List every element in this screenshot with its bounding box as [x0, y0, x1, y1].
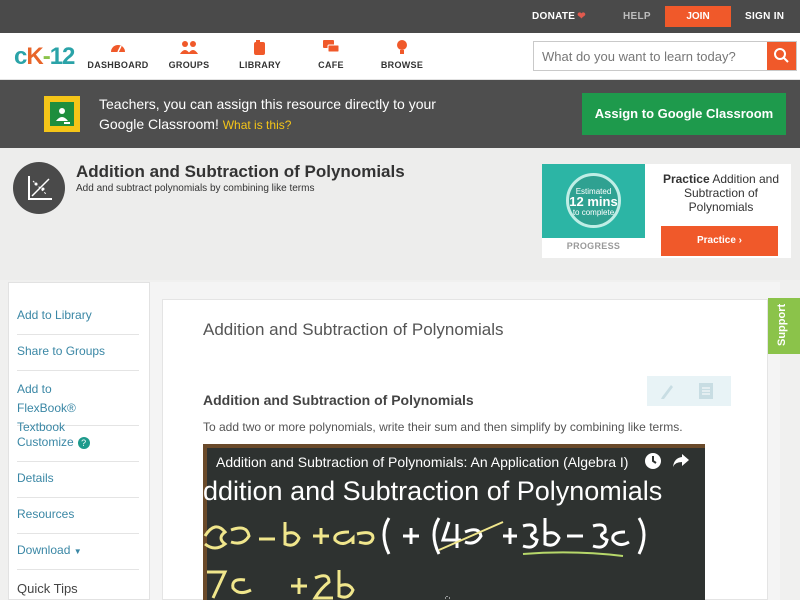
google-classroom-banner: Teachers, you can assign this resource d… [0, 80, 800, 148]
body-text: To add two or more polynomials, write th… [203, 420, 683, 434]
section-heading: Addition and Subtraction of Polynomials [203, 392, 474, 408]
donate-label: DONATE [532, 11, 576, 22]
nav-label: BROWSE [380, 60, 424, 70]
nav-label: GROUPS [168, 60, 210, 70]
donate-link[interactable]: DONATE ❤ [532, 0, 586, 33]
google-classroom-icon [44, 96, 80, 132]
content-tools [647, 376, 731, 406]
dashboard-icon [83, 40, 153, 58]
pencil-icon[interactable] [659, 382, 675, 405]
nav-label: DASHBOARD [87, 60, 149, 70]
browse-icon [367, 40, 437, 58]
sidebar-item-details[interactable]: Details [17, 461, 139, 498]
classroom-message: Teachers, you can assign this resource d… [99, 94, 459, 135]
support-tab[interactable]: Support [768, 298, 800, 354]
estimate-badge: Estimated 12 mins to complete [566, 173, 621, 228]
sidebar-item-share-to-groups[interactable]: Share to Groups [17, 334, 139, 371]
page-subtitle: Add and subtract polynomials by combinin… [76, 183, 315, 194]
concept-title: Addition and Subtraction of Polynomials [203, 320, 504, 339]
sidebar-item-customize[interactable]: Customize? [17, 425, 139, 462]
concept-header: Addition and Subtraction of Polynomials … [0, 148, 800, 280]
sign-in-link[interactable]: SIGN IN [745, 0, 784, 33]
what-is-this-link[interactable]: What is this? [223, 118, 292, 132]
practice-button[interactable]: Practice › [661, 226, 778, 256]
watch-later-icon[interactable] [643, 452, 663, 472]
assign-to-classroom-button[interactable]: Assign to Google Classroom [582, 93, 786, 135]
handwritten-equation [203, 517, 646, 600]
help-link[interactable]: HELP [623, 0, 651, 33]
nav-browse[interactable]: BROWSE [367, 40, 437, 70]
quick-tips-heading: Quick Tips [17, 581, 78, 596]
sidebar-item-resources[interactable]: Resources [17, 497, 139, 534]
search-input[interactable] [534, 42, 768, 70]
concept-panel: Addition and Subtraction of Polynomials … [162, 299, 768, 600]
nav-dashboard[interactable]: DASHBOARD [83, 40, 153, 70]
library-icon [225, 40, 295, 58]
chalkboard-heading: ddition and Subtraction of Polynomials [203, 476, 663, 506]
groups-icon [154, 40, 224, 58]
join-button[interactable]: JOIN [665, 6, 731, 27]
search-box [533, 41, 797, 71]
progress-label: PROGRESS [566, 241, 621, 251]
heart-icon: ❤ [577, 11, 586, 22]
nav-label: LIBRARY [239, 60, 281, 70]
cafe-icon [296, 40, 366, 58]
ck12-logo[interactable]: cK-12 [14, 43, 75, 71]
notes-icon[interactable] [699, 383, 713, 404]
nav-cafe[interactable]: CAFE [296, 40, 366, 70]
video-player[interactable]: Addition and Subtraction of Polynomials:… [203, 444, 705, 600]
video-title[interactable]: Addition and Subtraction of Polynomials:… [216, 454, 628, 470]
sidebar-item-add-to-library[interactable]: Add to Library [17, 298, 139, 335]
practice-image: Estimated 12 mins to complete [542, 164, 645, 238]
sidebar-item-download[interactable]: Download ▼ [17, 533, 139, 570]
main-content: Addition and Subtraction of Polynomials … [150, 282, 780, 600]
support-label: Support [776, 303, 788, 346]
practice-title: Practice Addition and Subtraction of Pol… [662, 172, 780, 214]
nav-groups[interactable]: GROUPS [154, 40, 224, 70]
help-icon[interactable]: ? [77, 437, 90, 449]
search-icon [774, 48, 789, 63]
search-button[interactable] [767, 42, 796, 70]
chevron-right-icon: › [738, 235, 743, 246]
nav-library[interactable]: LIBRARY [225, 40, 295, 70]
practice-card: Estimated 12 mins to complete PROGRESS P… [542, 164, 791, 258]
sidebar: Add to Library Share to Groups Add to Fl… [8, 282, 150, 600]
caret-down-icon: ▼ [73, 547, 82, 556]
graph-icon [13, 162, 65, 214]
share-icon[interactable] [671, 452, 691, 472]
top-utility-bar: DONATE ❤ HELP JOIN SIGN IN [0, 0, 800, 33]
page-title: Addition and Subtraction of Polynomials [76, 162, 405, 181]
nav-label: CAFE [318, 60, 344, 70]
sidebar-item-add-to-flexbook[interactable]: Add to FlexBook® Textbook [17, 370, 139, 434]
